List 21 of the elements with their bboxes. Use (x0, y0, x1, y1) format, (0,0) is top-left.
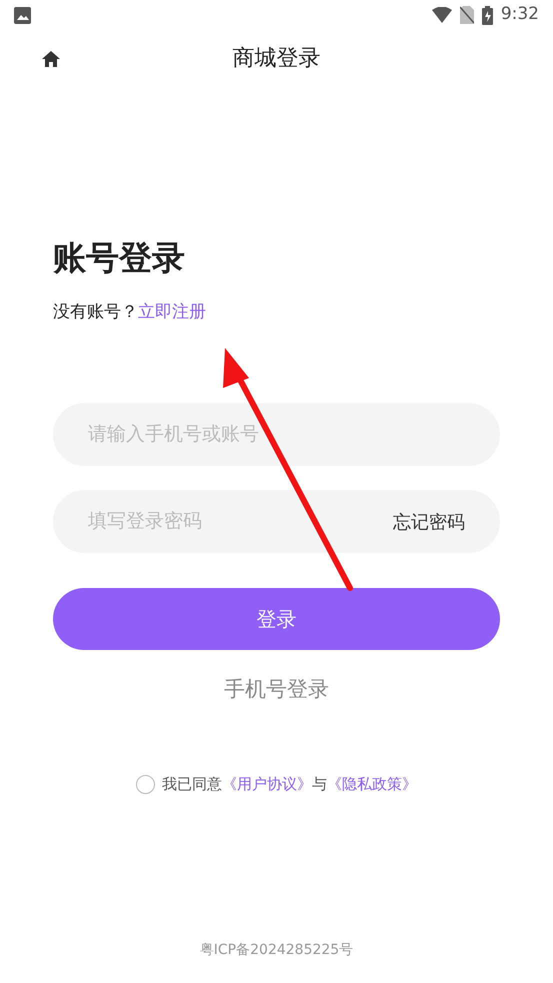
agreement-joiner: 与 (312, 774, 327, 795)
privacy-policy-link[interactable]: 《隐私政策》 (327, 773, 417, 796)
home-icon (40, 49, 62, 69)
user-agreement-link[interactable]: 《用户协议》 (222, 773, 312, 796)
phone-login-link[interactable]: 手机号登录 (224, 674, 329, 705)
login-button[interactable]: 登录 (53, 588, 500, 650)
account-field[interactable]: 请输入手机号或账号 (53, 402, 500, 466)
register-link[interactable]: 立即注册 (138, 300, 206, 326)
status-time: 9:32 (500, 3, 539, 26)
agree-checkbox[interactable] (136, 774, 155, 794)
page-title: 商城登录 (232, 44, 320, 72)
agreement-text: 我已同意 (162, 774, 222, 795)
forgot-password-link[interactable]: 忘记密码 (393, 508, 465, 536)
battery-charging-icon (482, 6, 493, 24)
login-heading: 账号登录 (53, 237, 186, 279)
register-prompt: 没有账号？ (53, 301, 138, 324)
no-sim-icon (460, 6, 474, 24)
image-icon (14, 6, 31, 24)
wifi-icon (432, 7, 452, 23)
home-button[interactable] (40, 49, 62, 69)
icp-license: 粤ICP备2024285225号 (200, 941, 354, 960)
